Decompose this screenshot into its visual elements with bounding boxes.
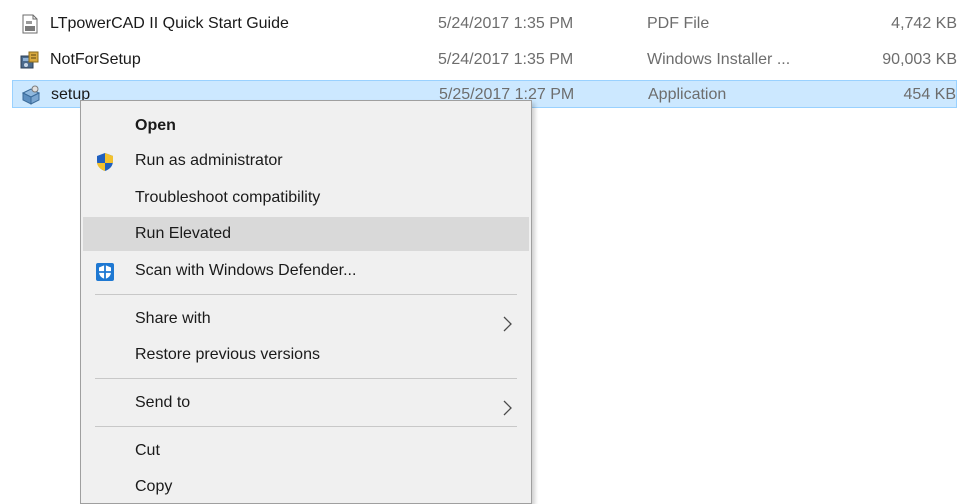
file-date: 5/24/2017 1:35 PM (438, 15, 574, 32)
menu-item-label: Run as administrator (135, 152, 283, 169)
file-type: Windows Installer ... (647, 51, 791, 68)
menu-item-cut[interactable]: Cut (83, 434, 529, 468)
menu-item-label: Open (135, 117, 176, 134)
file-size: 4,742 KB (891, 15, 957, 32)
menu-item-share-with[interactable]: Share with (83, 302, 529, 336)
menu-item-label: Send to (135, 394, 191, 411)
menu-item-label: Copy (135, 478, 173, 495)
context-menu: Open Run as administrator Troubleshoot c… (80, 100, 532, 504)
menu-item-restore-previous-versions[interactable]: Restore previous versions (83, 338, 529, 372)
file-name: NotForSetup (50, 51, 141, 68)
menu-item-copy[interactable]: Copy (83, 470, 529, 503)
file-size: 454 KB (903, 86, 956, 103)
menu-separator (95, 426, 517, 427)
installer-package-icon (20, 50, 40, 70)
menu-item-label: Cut (135, 442, 160, 459)
menu-item-label: Troubleshoot compatibility (135, 189, 321, 206)
windows-defender-icon (95, 261, 115, 281)
file-name: LTpowerCAD II Quick Start Guide (50, 15, 289, 32)
file-type: Application (648, 86, 727, 103)
menu-item-troubleshoot-compatibility[interactable]: Troubleshoot compatibility (83, 181, 529, 215)
file-row-notforsetup[interactable]: NotForSetup 5/24/2017 1:35 PM Windows In… (12, 46, 957, 74)
menu-separator (95, 294, 517, 295)
menu-item-label: Scan with Windows Defender... (135, 262, 357, 279)
file-row-quick-start-guide[interactable]: LTpowerCAD II Quick Start Guide 5/24/201… (12, 10, 957, 38)
chevron-right-icon (501, 395, 513, 416)
menu-item-label: Run Elevated (135, 225, 232, 242)
menu-separator (95, 378, 517, 379)
menu-item-run-as-administrator[interactable]: Run as administrator (83, 144, 529, 178)
menu-item-scan-with-defender[interactable]: Scan with Windows Defender... (83, 254, 529, 288)
menu-item-label: Share with (135, 310, 211, 327)
menu-item-run-elevated[interactable]: Run Elevated (83, 217, 529, 251)
menu-item-label: Restore previous versions (135, 346, 320, 363)
setup-application-icon (21, 85, 41, 105)
chevron-right-icon (501, 311, 513, 332)
file-type: PDF File (647, 15, 710, 32)
uac-shield-icon (95, 151, 115, 171)
pdf-file-icon (20, 14, 40, 34)
file-size: 90,003 KB (882, 51, 957, 68)
file-date: 5/24/2017 1:35 PM (438, 51, 574, 68)
menu-item-open[interactable]: Open (83, 109, 529, 143)
menu-item-send-to[interactable]: Send to (83, 386, 529, 420)
